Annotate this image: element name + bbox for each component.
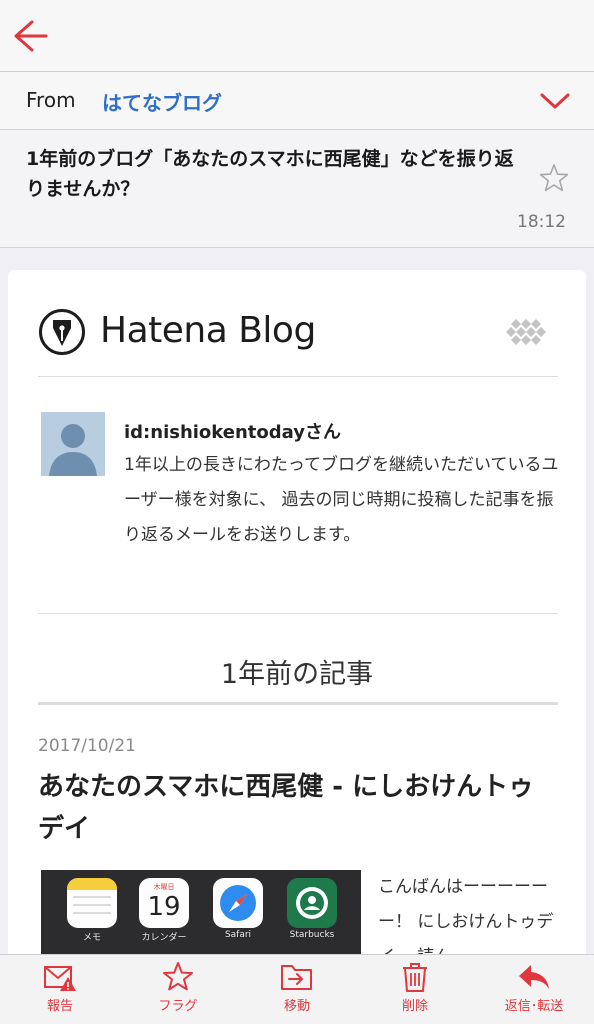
section-divider xyxy=(38,702,558,705)
back-arrow-icon[interactable] xyxy=(10,16,52,56)
trash-icon xyxy=(403,963,427,992)
move-button[interactable]: 移動 xyxy=(247,961,347,1023)
username: id:nishiokentodayさん xyxy=(124,422,341,443)
section-title: 1年前の記事 xyxy=(220,659,374,690)
sender-link[interactable]: はてなブログ xyxy=(102,87,222,116)
report-icon xyxy=(44,966,76,991)
mail-body: Hatena Blog id:nishiokentodayさん 1年以上の長きに… xyxy=(8,270,586,970)
app-label: Starbucks xyxy=(289,930,335,940)
subject-area: 1年前のブログ「あなたのスマホに西尾健」などを振り返りませんか？ 18:12 xyxy=(0,130,594,248)
report-label: 報告 xyxy=(46,999,73,1014)
hatena-pen-icon xyxy=(38,308,86,356)
from-row: From はてなブログ xyxy=(0,72,594,130)
calendar-weekday: 木曜日 xyxy=(153,883,175,891)
app-label: メモ xyxy=(82,933,101,943)
message-subject: 1年前のブログ「あなたのスマホに西尾健」などを振り返りませんか？ xyxy=(26,148,514,200)
brand-logo-text: Hatena Blog xyxy=(100,310,316,351)
safari-app-icon xyxy=(213,878,263,928)
avatar xyxy=(41,412,105,476)
star-outline-icon xyxy=(163,962,193,991)
flag-button[interactable]: フラグ xyxy=(128,961,228,1023)
chevron-down-icon[interactable] xyxy=(538,86,572,116)
decoration-pattern-icon xyxy=(496,314,556,350)
from-label: From xyxy=(26,88,76,112)
app-label: カレンダー xyxy=(141,933,187,943)
star-icon[interactable] xyxy=(538,162,570,194)
report-button[interactable]: 報告 xyxy=(10,961,110,1023)
reply-arrow-icon xyxy=(519,965,549,989)
notes-app-icon xyxy=(67,878,117,928)
reply-label: 返信･転送 xyxy=(504,999,564,1014)
bottom-toolbar: 報告 フラグ 移動 削除 返信･転送 xyxy=(0,954,594,1024)
message-time: 18:12 xyxy=(517,212,566,232)
article-title-link[interactable]: あなたのスマホに西尾健 - にしおけんトゥデイ xyxy=(38,766,558,850)
delete-label: 削除 xyxy=(401,999,428,1014)
reply-button[interactable]: 返信･転送 xyxy=(484,961,584,1023)
article-date: 2017/10/21 xyxy=(38,736,136,756)
calendar-day: 19 xyxy=(147,892,181,922)
app-label: Safari xyxy=(224,930,252,940)
starbucks-app-icon xyxy=(287,878,337,928)
divider xyxy=(38,376,558,377)
intro-text: 1年以上の長きにわたってブログを継続いただいているユーザー様を対象に、 過去の同… xyxy=(124,455,559,545)
calendar-app-icon: 木曜日 19 xyxy=(139,878,189,928)
navigation-bar xyxy=(0,0,594,72)
move-folder-icon xyxy=(281,965,312,990)
divider xyxy=(38,613,558,614)
move-label: 移動 xyxy=(283,999,310,1014)
flag-label: フラグ xyxy=(158,999,198,1014)
delete-button[interactable]: 削除 xyxy=(365,961,465,1023)
